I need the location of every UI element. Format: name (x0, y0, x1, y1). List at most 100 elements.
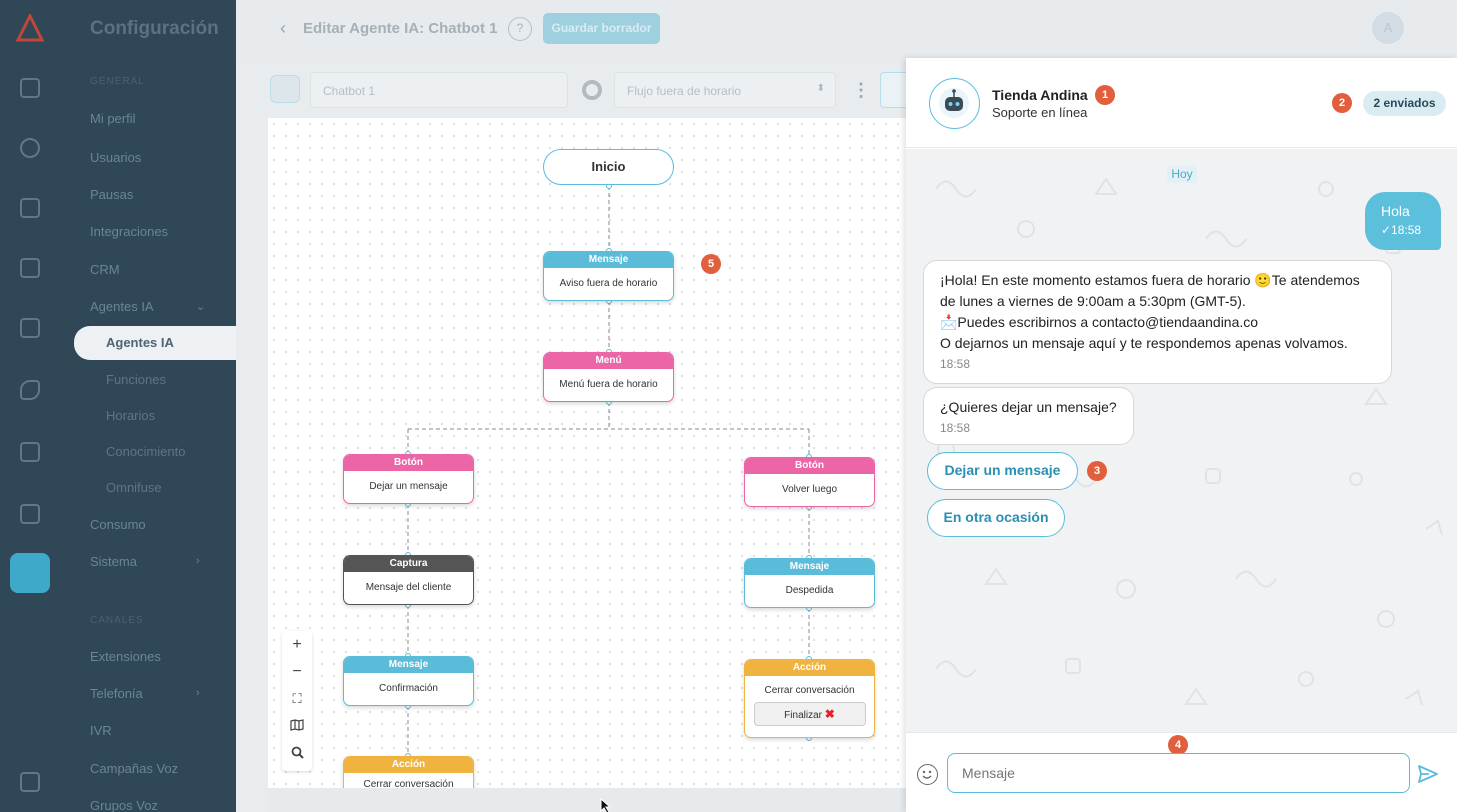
chart-icon[interactable] (20, 504, 40, 524)
message-line: de lunes a viernes de 9:00am a 5:30pm (G… (940, 293, 1246, 309)
sidebar-item-ivr[interactable]: IVR (90, 723, 112, 738)
message-text: Hola (1381, 203, 1410, 219)
fit-view-icon[interactable]: ⛶ (282, 685, 312, 712)
sidebar-item-agentes-ia[interactable]: Agentes IA (90, 299, 154, 314)
step-badge-2: 2 (1332, 93, 1352, 113)
message-line: ¡Hola! En este momento estamos fuera de … (940, 272, 1360, 288)
canvas-bottom-bar (268, 788, 908, 812)
sidebar-item-pausas[interactable]: Pausas (90, 187, 133, 202)
message-line: 📩Puedes escribirnos a contacto@tiendaand… (940, 314, 1259, 330)
step-badge-5: 5 (701, 254, 721, 274)
megaphone-icon[interactable] (20, 380, 40, 400)
map-icon[interactable] (282, 712, 312, 739)
app-logo-icon (16, 14, 44, 42)
chat-header: Tienda Andina Soporte en línea 1 2 2 env… (906, 58, 1457, 148)
sidebar-item-telefonia[interactable]: Telefonía (90, 686, 143, 701)
user-avatar[interactable]: A (1372, 12, 1404, 44)
incoming-message: ¡Hola! En este momento estamos fuera de … (923, 260, 1392, 384)
outgoing-message: Hola ✓18:58 (1365, 192, 1441, 250)
bot-name-field[interactable]: Chatbot 1 (310, 72, 568, 108)
message-time: ✓18:58 (1381, 223, 1422, 237)
flow-node-boton-volver[interactable]: Botón Volver luego (744, 457, 875, 507)
chat-messages: Hoy Hola ✓18:58 ¡Hola! En este momento e… (906, 149, 1457, 732)
search-icon[interactable] (282, 739, 312, 766)
chevron-right-icon: › (196, 687, 200, 699)
flow-node-accion-cerrar[interactable]: Acción Cerrar conversación Finalizar ✖ (744, 659, 875, 738)
send-icon[interactable] (1417, 763, 1439, 785)
flow-node-boton-dejar[interactable]: Botón Dejar un mensaje (343, 454, 474, 504)
chevron-down-icon: ⌄ (196, 301, 206, 313)
finalize-button[interactable]: Finalizar ✖ (753, 702, 866, 726)
sidebar-item-grupos-voz[interactable]: Grupos Voz (90, 798, 158, 812)
save-draft-button[interactable]: Guardar borrador (543, 13, 660, 44)
node-text: Despedida (785, 585, 834, 596)
sidebar-item-extensiones[interactable]: Extensiones (90, 649, 161, 664)
emoji-icon[interactable] (917, 764, 938, 785)
close-x-icon: ✖ (824, 707, 835, 721)
chat-preview-icon[interactable] (270, 75, 300, 103)
sidebar-subitem-horarios[interactable]: Horarios (106, 408, 155, 423)
node-type-label: Mensaje (344, 657, 473, 673)
bot-avatar (929, 78, 980, 129)
node-type-label: Captura (344, 556, 473, 572)
flow-select[interactable]: Flujo fuera de horario ⬍ (614, 72, 836, 108)
mouse-cursor-icon (600, 798, 612, 812)
node-type-label: Mensaje (544, 252, 673, 268)
inbox-icon[interactable] (20, 198, 40, 218)
page-title: Editar Agente IA: Chatbot 1 (303, 20, 498, 37)
grid-icon[interactable] (20, 772, 40, 792)
flow-node-confirmacion[interactable]: Mensaje Confirmación (343, 656, 474, 706)
section-canales: CANALES (90, 615, 144, 626)
node-type-label: Botón (745, 458, 874, 474)
flow-canvas[interactable]: Inicio Mensaje Aviso fuera de horario Me… (268, 118, 908, 788)
calendar-icon[interactable] (20, 442, 40, 462)
node-text: Dejar un mensaje (369, 481, 448, 492)
zoom-in-icon[interactable]: + (282, 631, 312, 658)
home-icon[interactable] (20, 78, 40, 98)
flow-node-captura[interactable]: Captura Mensaje del cliente (343, 555, 474, 605)
flow-node-accion-cerrar-2[interactable]: Acción Cerrar conversación (343, 756, 474, 788)
sidebar-item-consumo[interactable]: Consumo (90, 517, 146, 532)
flag-icon[interactable] (20, 318, 40, 338)
quick-reply-otra-ocasion[interactable]: En otra ocasión (927, 499, 1065, 537)
flow-node-aviso[interactable]: Mensaje Aviso fuera de horario (543, 251, 674, 301)
chat-preview-panel: Tienda Andina Soporte en línea 1 2 2 env… (906, 58, 1457, 812)
settings-rail-button[interactable] (10, 553, 50, 593)
sidebar-subitem-conocimiento[interactable]: Conocimiento (106, 444, 186, 459)
sidebar-item-integraciones[interactable]: Integraciones (90, 224, 168, 239)
sidebar-item-sistema[interactable]: Sistema (90, 554, 137, 569)
step-badge-3: 3 (1087, 461, 1107, 481)
message-time: 18:58 (940, 421, 971, 435)
contacts-icon[interactable] (20, 258, 40, 278)
node-type-label: Botón (344, 455, 473, 471)
flow-node-menu[interactable]: Menú Menú fuera de horario (543, 352, 674, 402)
flow-start-node[interactable]: Inicio (543, 149, 674, 185)
node-text: Aviso fuera de horario (559, 278, 658, 289)
back-arrow-icon[interactable]: ‹ (280, 18, 286, 39)
robot-icon (939, 88, 969, 118)
sidebar-subitem-omnifuse[interactable]: Omnifuse (106, 480, 162, 495)
node-text: Confirmación (379, 683, 438, 694)
headset-icon[interactable] (20, 138, 40, 158)
sidebar-item-campanas-voz[interactable]: Campañas Voz (90, 761, 178, 776)
sidebar-subitem-agentes-ia[interactable]: Agentes IA (106, 335, 174, 350)
message-line: ¿Quieres dejar un mensaje? (940, 399, 1117, 415)
quick-reply-dejar-mensaje[interactable]: Dejar un mensaje (927, 452, 1078, 490)
chevron-right-icon: › (196, 555, 200, 567)
sidebar-item-crm[interactable]: CRM (90, 262, 120, 277)
sidebar-item-perfil[interactable]: Mi perfil (90, 111, 136, 126)
sidebar-subitem-funciones[interactable]: Funciones (106, 372, 166, 387)
zoom-out-icon[interactable]: − (282, 658, 312, 685)
sidebar-item-usuarios[interactable]: Usuarios (90, 150, 141, 165)
more-options-icon[interactable]: ⋮ (852, 80, 870, 101)
incoming-message: ¿Quieres dejar un mensaje? 18:58 (923, 387, 1134, 445)
step-badge-4: 4 (1168, 735, 1188, 755)
node-text: Cerrar conversación (764, 685, 855, 696)
zoom-controls: + − ⛶ (282, 631, 312, 771)
message-input[interactable] (947, 753, 1410, 793)
sort-caret-icon: ⬍ (816, 83, 825, 94)
gear-icon[interactable] (582, 80, 602, 100)
settings-sidebar: Configuración GENERAL Mi perfil Usuarios… (0, 0, 236, 812)
help-icon[interactable]: ? (508, 17, 532, 41)
flow-node-despedida[interactable]: Mensaje Despedida (744, 558, 875, 608)
